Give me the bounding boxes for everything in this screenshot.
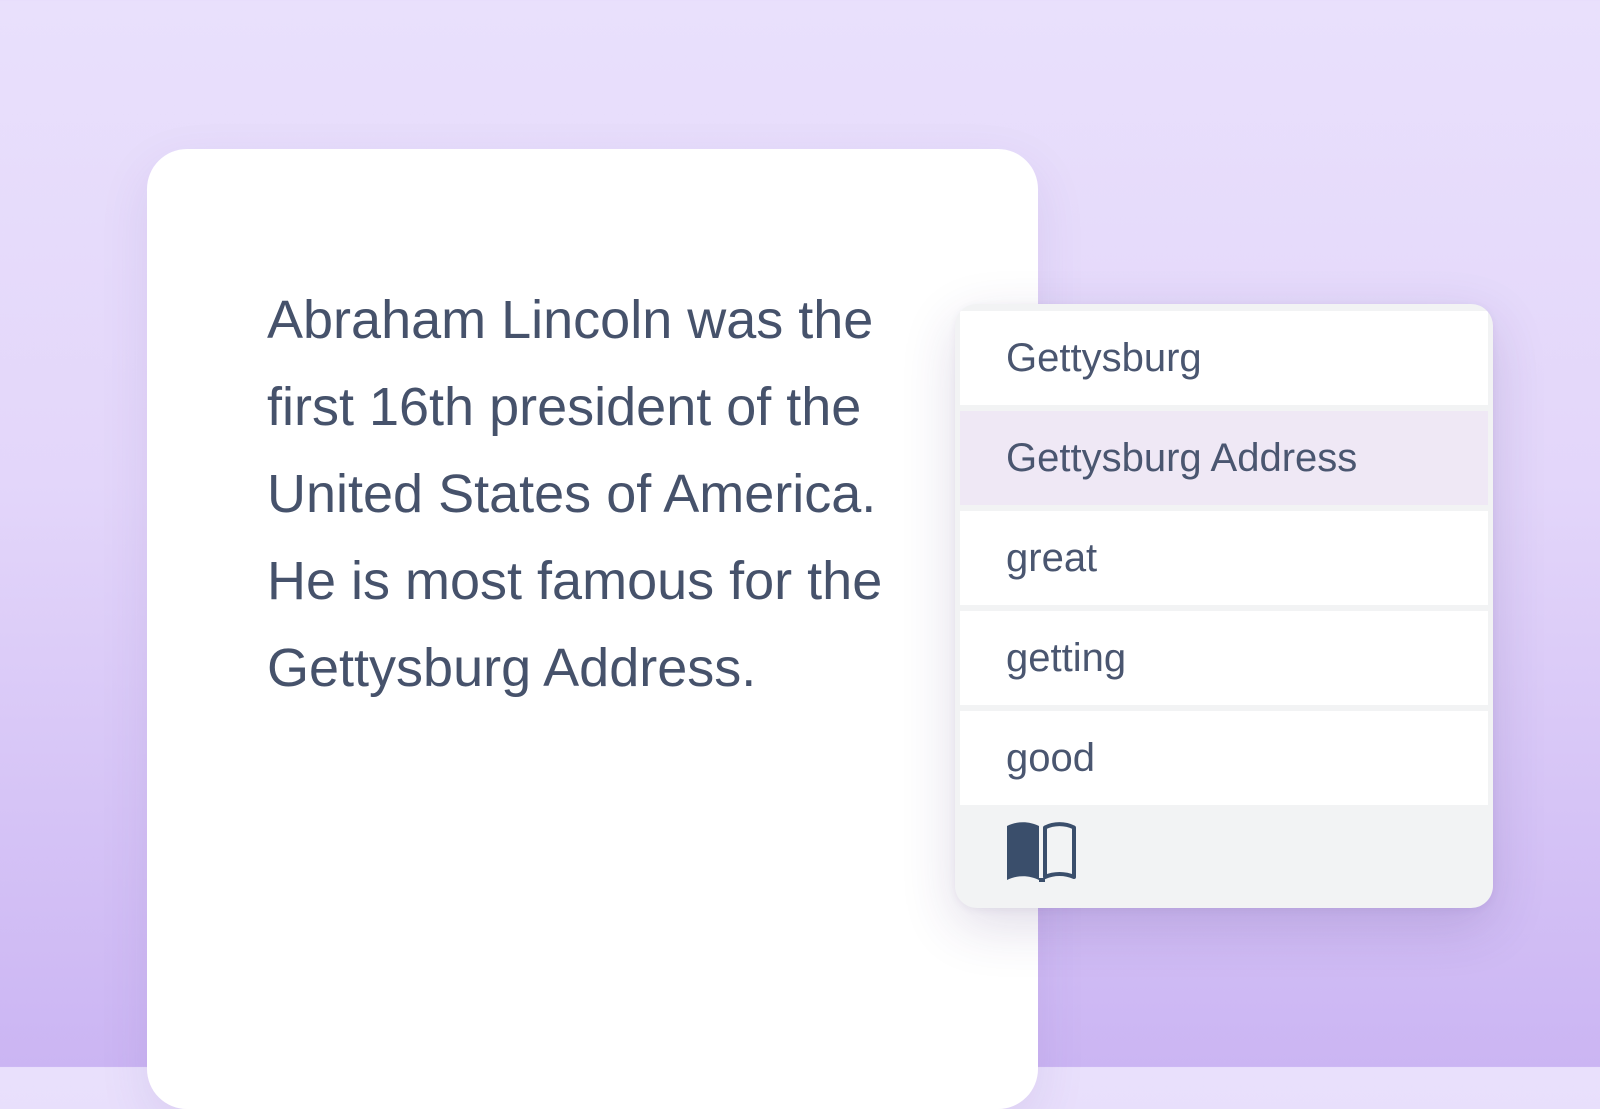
suggestion-footer	[955, 802, 1493, 908]
suggestion-item-good[interactable]: good	[960, 711, 1488, 805]
dictionary-button[interactable]	[1005, 820, 1077, 884]
document-text[interactable]: Abraham Lincoln was the first 16th presi…	[267, 277, 947, 712]
suggestion-item-great[interactable]: great	[960, 511, 1488, 605]
document-line: Abraham Lincoln was the	[267, 290, 874, 350]
suggestion-item-gettysburg-address[interactable]: Gettysburg Address	[960, 411, 1488, 505]
document-line: United States of America.	[267, 464, 877, 524]
suggestion-list: Gettysburg Gettysburg Address great gett…	[960, 311, 1488, 811]
open-book-icon	[1007, 822, 1076, 882]
suggestion-item-getting[interactable]: getting	[960, 611, 1488, 705]
suggestion-item-gettysburg[interactable]: Gettysburg	[960, 311, 1488, 405]
document-line: Gettysburg Address.	[267, 638, 757, 698]
document-line: He is most famous for the	[267, 551, 883, 611]
document-line: first 16th president of the	[267, 377, 862, 437]
document-card[interactable]: Abraham Lincoln was the first 16th presi…	[147, 149, 1038, 1109]
suggestion-popup: Gettysburg Gettysburg Address great gett…	[955, 304, 1493, 908]
